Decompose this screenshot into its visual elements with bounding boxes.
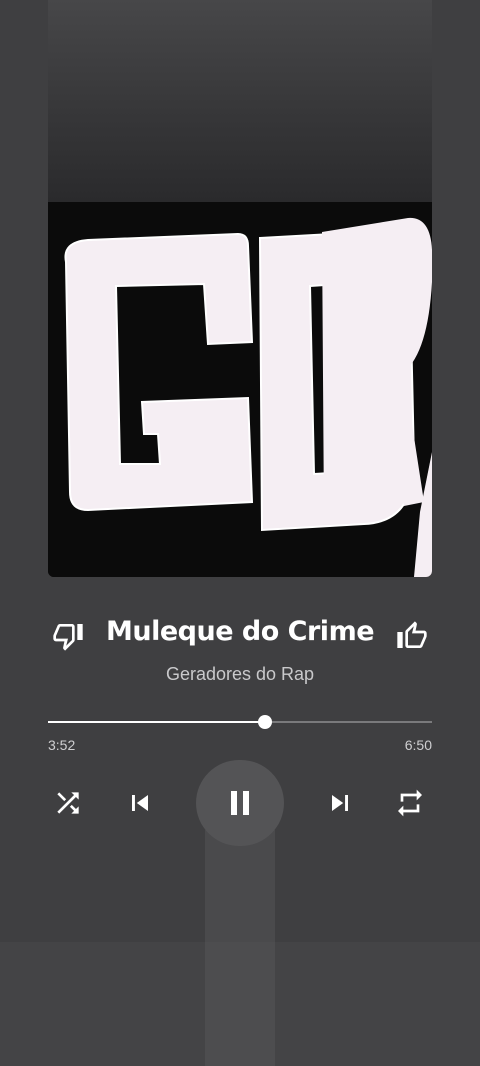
album-artwork (48, 0, 432, 577)
skip-next-icon (332, 795, 348, 811)
thumbs-up-icon (397, 621, 427, 648)
total-time: 6:50 (404, 737, 432, 753)
artwork-logo-graphic (48, 202, 432, 577)
pause-button[interactable] (196, 760, 284, 846)
playback-controls (48, 760, 432, 846)
shuffle-button[interactable] (52, 787, 84, 819)
next-button[interactable] (324, 787, 356, 819)
artwork-top-gradient (48, 0, 432, 202)
progress-thumb[interactable] (258, 715, 272, 729)
skip-previous-icon (132, 795, 148, 811)
press-highlight-bottom (205, 942, 275, 1066)
like-button[interactable] (396, 620, 428, 652)
song-title: Muleque do Crime (105, 616, 375, 647)
track-info-row: Muleque do Crime (48, 612, 432, 660)
shuffle-icon (57, 792, 79, 814)
progress-fill (48, 721, 265, 723)
thumbs-down-icon (53, 624, 83, 651)
previous-button[interactable] (124, 787, 156, 819)
elapsed-time: 3:52 (48, 737, 76, 753)
repeat-button[interactable] (394, 787, 426, 819)
artwork-image (48, 202, 432, 577)
artist-name[interactable]: Geradores do Rap (48, 664, 432, 685)
dislike-button[interactable] (52, 620, 84, 652)
pause-icon (231, 791, 249, 815)
repeat-icon (398, 789, 422, 817)
progress-slider[interactable] (48, 712, 432, 732)
